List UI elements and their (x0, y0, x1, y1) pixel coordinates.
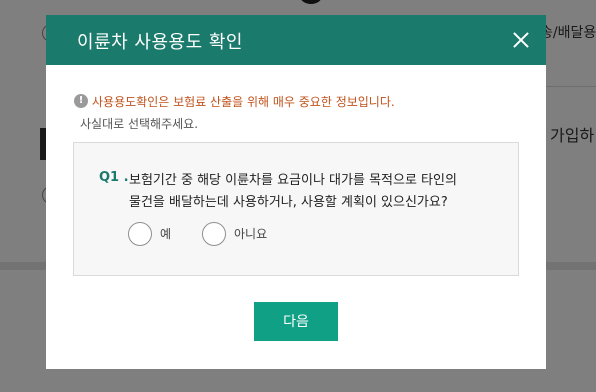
radio-yes[interactable] (128, 222, 152, 246)
radio-no[interactable] (202, 222, 226, 246)
option-no-label[interactable]: 아니요 (234, 225, 267, 242)
usage-confirm-modal: 이륜차 사용용도 확인 ! 사용용도확인은 보험료 산출을 위해 매우 중요한 … (46, 15, 546, 369)
notice-text: 사용용도확인은 보험료 산출을 위해 매우 중요한 정보입니다. (92, 95, 395, 109)
close-icon[interactable] (508, 27, 534, 53)
modal-title: 이륜차 사용용도 확인 (77, 32, 243, 53)
option-yes-label[interactable]: 예 (160, 225, 171, 242)
question-text: 보험기간 중 해당 이륜차를 요금이나 대가를 목적으로 타인의 (129, 173, 457, 188)
question-number: Q1 . (99, 170, 129, 185)
next-button[interactable]: 다음 (254, 302, 338, 341)
info-icon: ! (74, 94, 88, 108)
notice-subtext: 사실대로 선택해주세요. (80, 117, 199, 131)
modal-header: 이륜차 사용용도 확인 (46, 15, 546, 65)
question-box: Q1 . 보험기간 중 해당 이륜차를 요금이나 대가를 목적으로 타인의 물건… (73, 142, 519, 276)
question-text: 물건을 배달하는데 사용하거나, 사용할 계획이 있으신가요? (129, 195, 448, 210)
